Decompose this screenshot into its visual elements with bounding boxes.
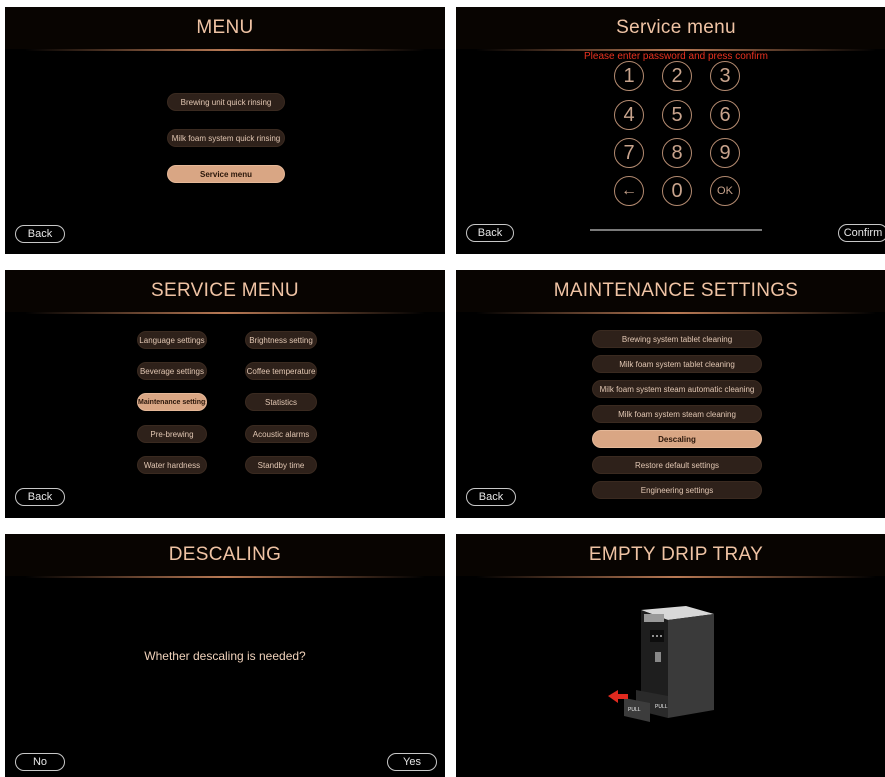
beverage-settings-button[interactable]: Beverage settings xyxy=(137,362,207,380)
yes-button[interactable]: Yes xyxy=(387,753,437,771)
pull-label-left: PULL xyxy=(628,707,641,713)
key-8[interactable]: 8 xyxy=(662,138,692,168)
key-6[interactable]: 6 xyxy=(710,100,740,130)
key-3[interactable]: 3 xyxy=(710,61,740,91)
back-button[interactable]: Back xyxy=(15,225,65,243)
maintenance-title: MAINTENANCE SETTINGS xyxy=(456,270,885,312)
menu-title: MENU xyxy=(5,7,445,49)
no-button[interactable]: No xyxy=(15,753,65,771)
service-password-screen: Service menu Please enter password and p… xyxy=(456,7,885,254)
back-button[interactable]: Back xyxy=(466,488,516,506)
restore-default-button[interactable]: Restore default settings xyxy=(592,456,762,474)
ok-key[interactable]: OK xyxy=(710,176,740,206)
pre-brewing-button[interactable]: Pre-brewing xyxy=(137,425,207,443)
descaling-screen: DESCALING Whether descaling is needed? N… xyxy=(5,534,445,777)
title-divider xyxy=(476,312,876,314)
descaling-title: DESCALING xyxy=(5,534,445,576)
password-title: Service menu xyxy=(456,7,885,49)
milk-foam-rinse-button[interactable]: Milk foam system quick rinsing xyxy=(167,129,285,147)
brewing-tablet-cleaning-button[interactable]: Brewing system tablet cleaning xyxy=(592,330,762,348)
key-1[interactable]: 1 xyxy=(614,61,644,91)
title-divider xyxy=(25,312,425,314)
engineering-settings-button[interactable]: Engineering settings xyxy=(592,481,762,499)
descaling-question: Whether descaling is needed? xyxy=(144,649,306,663)
bean-hopper xyxy=(644,614,664,622)
back-button[interactable]: Back xyxy=(466,224,514,242)
water-hardness-button[interactable]: Water hardness xyxy=(137,456,207,474)
confirm-button[interactable]: Confirm xyxy=(838,224,885,242)
milk-foam-tablet-cleaning-button[interactable]: Milk foam system tablet cleaning xyxy=(592,355,762,373)
empty-drip-tray-screen: EMPTY DRIP TRAY PULL PULL xyxy=(456,534,885,777)
password-entry-line xyxy=(590,229,762,231)
standby-time-button[interactable]: Standby time xyxy=(245,456,317,474)
key-2[interactable]: 2 xyxy=(662,61,692,91)
service-title: SERVICE MENU xyxy=(5,270,445,312)
title-divider xyxy=(25,49,425,51)
pull-label-right: PULL xyxy=(655,704,668,710)
drip-tray-title: EMPTY DRIP TRAY xyxy=(456,534,885,576)
key-0[interactable]: 0 xyxy=(662,176,692,206)
backspace-key[interactable]: ← xyxy=(614,176,644,206)
key-7[interactable]: 7 xyxy=(614,138,644,168)
language-settings-button[interactable]: Language settings xyxy=(137,331,207,349)
service-menu-screen: SERVICE MENU Language settings Beverage … xyxy=(5,270,445,518)
maintenance-settings-screen: MAINTENANCE SETTINGS Brewing system tabl… xyxy=(456,270,885,518)
spout xyxy=(655,652,661,662)
title-divider xyxy=(25,576,425,578)
key-4[interactable]: 4 xyxy=(614,100,644,130)
coffee-temperature-button[interactable]: Coffee temperature xyxy=(245,362,317,380)
descaling-button[interactable]: Descaling xyxy=(592,430,762,448)
milk-foam-steam-auto-cleaning-button[interactable]: Milk foam system steam automatic cleanin… xyxy=(592,380,762,398)
statistics-button[interactable]: Statistics xyxy=(245,393,317,411)
back-button[interactable]: Back xyxy=(15,488,65,506)
maintenance-settings-button[interactable]: Maintenance settings xyxy=(137,393,207,411)
title-divider xyxy=(476,576,876,578)
acoustic-alarms-button[interactable]: Acoustic alarms xyxy=(245,425,317,443)
menu-screen: MENU Brewing unit quick rinsing Milk foa… xyxy=(5,7,445,254)
brightness-setting-button[interactable]: Brightness setting xyxy=(245,331,317,349)
password-prompt: Please enter password and press confirm xyxy=(584,51,768,62)
service-menu-button[interactable]: Service menu xyxy=(167,165,285,183)
key-5[interactable]: 5 xyxy=(662,100,692,130)
key-9[interactable]: 9 xyxy=(710,138,740,168)
brewing-unit-rinse-button[interactable]: Brewing unit quick rinsing xyxy=(167,93,285,111)
coffee-machine-illustration: PULL PULL xyxy=(608,606,714,722)
milk-foam-steam-cleaning-button[interactable]: Milk foam system steam cleaning xyxy=(592,405,762,423)
